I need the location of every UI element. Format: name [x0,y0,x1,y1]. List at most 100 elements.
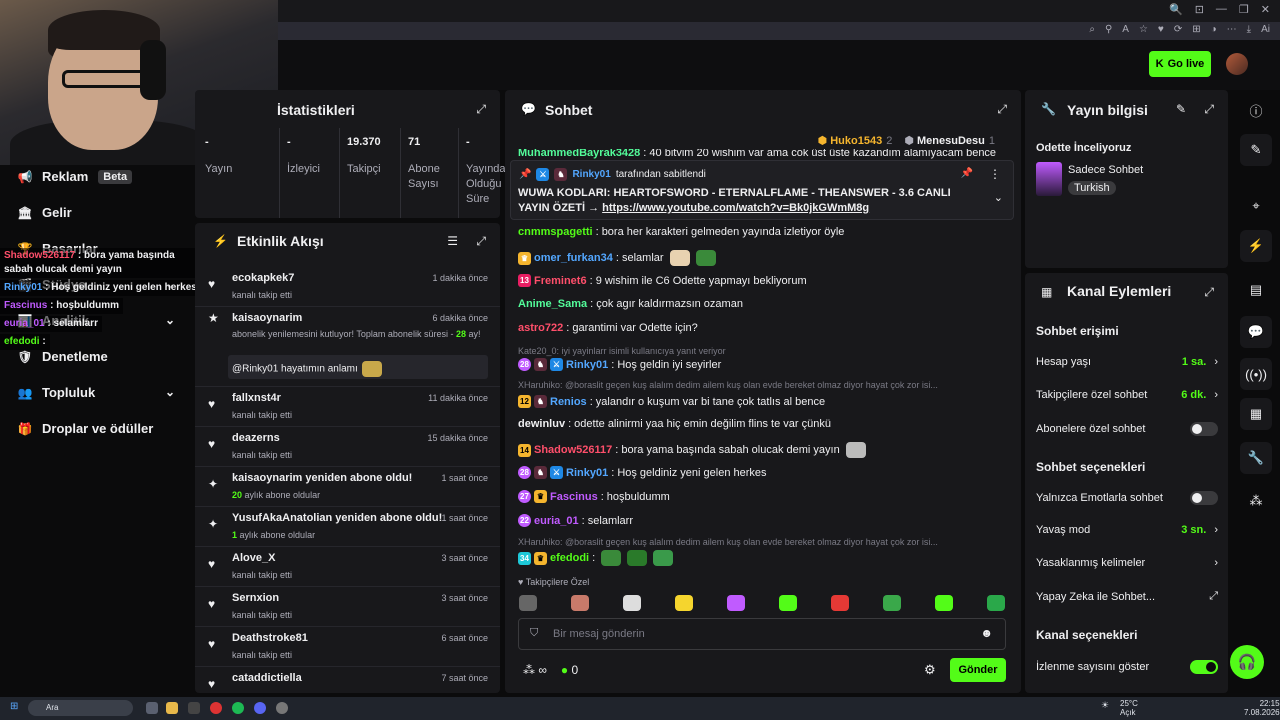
popout-icon[interactable]: ⤢ [997,102,1007,117]
edit-icon[interactable]: ✎ [1176,102,1186,116]
emote-icon[interactable] [831,595,849,611]
reply-context[interactable]: XHaruhiko: @boraslit geçen kuş alalım de… [518,380,938,390]
chat-username[interactable]: Shadow526117 [534,444,612,456]
window-control-icon[interactable]: ✕ [1261,3,1270,16]
windows-start-icon[interactable]: ⊞ [10,701,18,712]
emote-icon[interactable] [675,595,693,611]
extension-icon[interactable]: ◑ [1211,24,1217,35]
wrench-icon[interactable]: 🔧 [1240,442,1272,474]
help-headset-icon[interactable]: 🎧 [1230,645,1264,679]
nav-item-0[interactable]: 📢 Reklam Beta [18,169,195,184]
setting-value[interactable]: › [1214,557,1218,569]
top-gifter[interactable]: ⬢ Huko1543 2 [818,134,893,147]
setting-row[interactable]: Yavaş mod 3 sn. › [1036,524,1218,536]
chat-username[interactable]: Renios [550,396,587,408]
chat-username[interactable]: astro722 [518,322,563,334]
emoji-icon[interactable]: ☻ [980,626,993,640]
layout-icon[interactable]: ▦ [1240,398,1272,430]
chat-username[interactable]: dewinluv [518,418,565,430]
nav-item-1[interactable]: 🏛 Gelir [17,205,195,220]
nav-item-7[interactable]: 🎁 Droplar ve ödüller [18,421,195,436]
settings-gear-icon[interactable]: ⚙ [924,662,936,678]
setting-value[interactable]: 3 sn. › [1181,524,1218,536]
emote-icon[interactable] [779,595,797,611]
popout-icon[interactable]: ⤢ [476,234,486,249]
spotify-icon[interactable] [232,702,244,714]
popout-icon[interactable]: ⤢ [1204,102,1214,117]
extension-icon[interactable]: ⊞ [1192,24,1200,35]
category-name[interactable]: Sadece Sohbet [1068,164,1143,176]
browser-extension-icons[interactable]: ⌕ ⚲ A ☆ ♥ ⟳ ⊞ ◑ ⋯ ⤓ Ai [1089,24,1270,35]
chat-username[interactable]: Fascinus [550,491,598,503]
extension-icon[interactable]: ⟳ [1174,24,1182,35]
activity-item[interactable]: ♥ fallxnst4r 11 dakika önce kanalı takip et… [195,389,500,427]
community-icon[interactable]: ⁂ [1240,485,1272,517]
chat-username[interactable]: omer_furkan34 [534,252,613,264]
window-control-icon[interactable]: ❐ [1239,3,1249,16]
window-control-icon[interactable]: — [1216,3,1227,16]
activity-item[interactable]: ✦ kaisaoynarim yeniden abone oldu! 1 saat … [195,469,500,507]
setting-row[interactable]: Abonelere özel sohbet [1036,422,1218,436]
send-button[interactable]: Gönder [950,658,1006,682]
setting-row[interactable]: Yalnızca Emotlarla sohbet [1036,491,1218,505]
setting-value[interactable]: 1 sa. › [1182,356,1218,368]
chat-username[interactable]: euria_01 [534,515,579,527]
window-controls[interactable]: 🔍 ⊡ — ❐ ✕ [1169,3,1270,16]
setting-row[interactable]: Hesap yaşı 1 sa. › [1036,356,1218,368]
top-gifter[interactable]: ⬢ MenesuDesu 1 [904,134,995,147]
setting-row[interactable]: Yapay Zeka ile Sohbet... ⤢ [1036,590,1218,603]
extension-icon[interactable]: ♥ [1158,24,1164,35]
info-icon[interactable]: ⓘ [1240,94,1272,126]
taskbar-clock[interactable]: 22:15 7.08.2026 [1244,699,1280,717]
toggle-switch[interactable] [1190,660,1218,674]
nav-item-6[interactable]: 👥 Topluluk ⌄ [18,385,195,400]
extension-icon[interactable]: ⌕ [1089,24,1095,35]
pencil-icon[interactable]: ✎ [1240,134,1272,166]
chevron-down-icon[interactable]: ⌄ [994,191,1003,204]
community-icon[interactable]: ⁂ ∞ [523,663,547,677]
setting-row[interactable]: İzlenme sayısını göster [1036,660,1218,674]
setting-row[interactable]: Yasaklanmış kelimeler › [1036,557,1218,569]
setting-value[interactable]: ⤢ [1209,590,1218,603]
emote-icon[interactable] [623,595,641,611]
chat-icon[interactable]: 💬 [1240,316,1272,348]
emote-icon[interactable] [727,595,745,611]
extension-icon[interactable]: ⚲ [1105,24,1112,35]
user-avatar[interactable] [1226,53,1248,75]
kebab-menu-icon[interactable]: ⋮ [989,167,1001,181]
broadcast-icon[interactable]: ((•)) [1240,358,1272,390]
taskview-icon[interactable] [146,702,158,714]
pinned-message[interactable]: 📌 ⚔ ♞ Rinky01 tarafından sabitlendi 📌 ⋮ … [510,160,1014,220]
points-icon[interactable]: ● 0 [561,663,578,677]
emote-icon[interactable] [987,595,1005,611]
emote-tray[interactable] [505,592,1021,614]
weather-widget[interactable]: 25°C Açık [1120,699,1138,717]
extension-icon[interactable]: ☆ [1139,24,1148,35]
pinned-by-user[interactable]: Rinky01 [572,169,610,180]
app-icon[interactable] [276,702,288,714]
window-control-icon[interactable]: 🔍 [1169,3,1183,16]
activity-item[interactable]: ♥ Alove_X 3 saat önce kanalı takip etti [195,549,500,587]
emote-icon[interactable] [935,595,953,611]
chat-username[interactable]: Freminet6 [534,275,587,287]
clipboard-icon[interactable]: ▤ [1240,274,1272,306]
bolt-icon[interactable]: ⚡ [1240,230,1272,262]
emote-icon[interactable] [519,595,537,611]
extension-icon[interactable]: Ai [1261,24,1270,35]
extension-icon[interactable]: A [1122,24,1129,35]
chat-username[interactable]: Rinky01 [566,467,608,479]
filter-icon[interactable]: ☰ [447,234,458,248]
activity-item[interactable]: ★ kaisaoynarim 6 dakika önce abonelik yenil… [195,309,500,387]
taskbar-search[interactable]: Ara [28,700,133,716]
chat-username[interactable]: Anime_Sama [518,298,587,310]
activity-item[interactable]: ♥ Sernxion 3 saat önce kanalı takip etti [195,589,500,627]
unpin-icon[interactable]: 📌 [961,168,973,179]
reply-context[interactable]: XHaruhiko: @boraslit geçen kuş alalım de… [518,537,938,547]
activity-item[interactable]: ✦ YusufAkaAnatolian yeniden abone oldu! 1 … [195,509,500,547]
discord-icon[interactable] [254,702,266,714]
opera-icon[interactable] [210,702,222,714]
go-live-button[interactable]: K Go live [1149,51,1211,77]
extension-icon[interactable]: ⋯ [1227,24,1237,35]
chat-username[interactable]: cnmmspagetti [518,226,593,238]
toggle-switch[interactable] [1190,491,1218,505]
